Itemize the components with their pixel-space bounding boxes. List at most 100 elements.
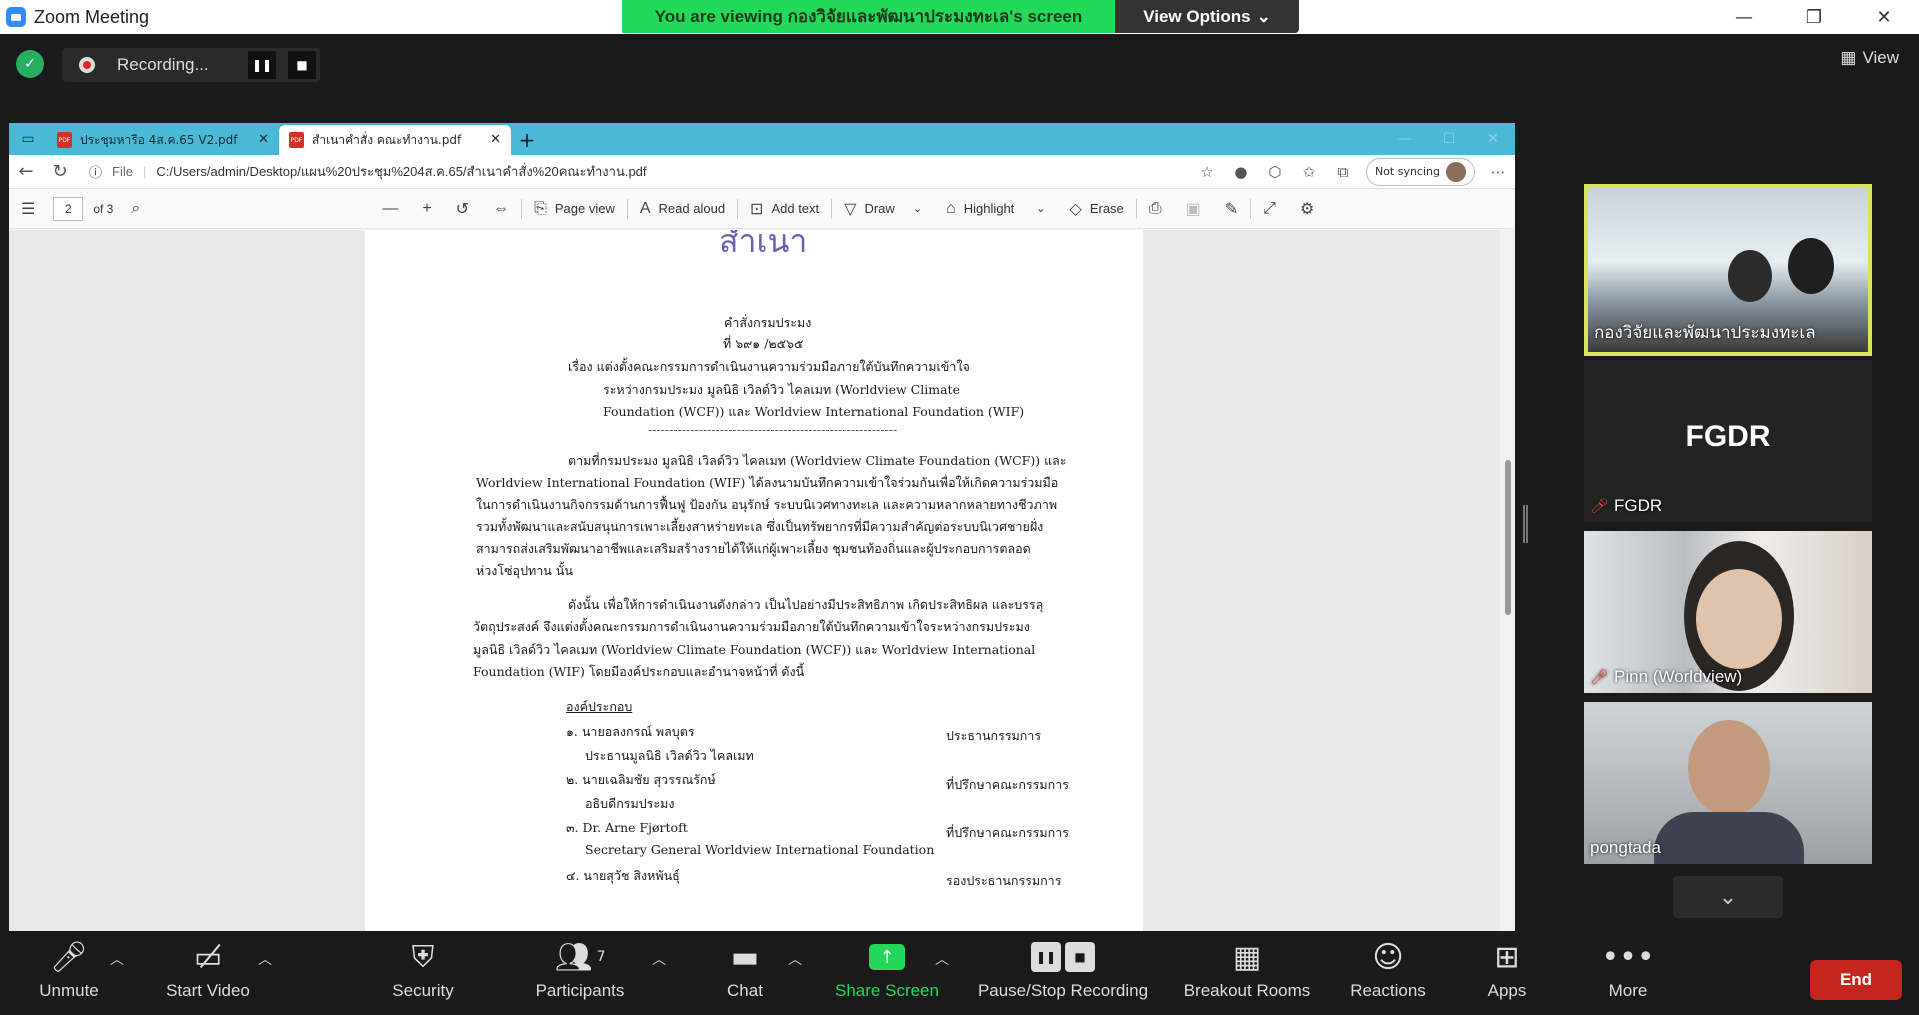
page-view-button[interactable]: ⎘ Page view xyxy=(522,200,627,218)
chevron-down-icon[interactable]: ⌄ xyxy=(1036,202,1045,215)
panel-resize-handle[interactable] xyxy=(1523,505,1528,543)
draw-button[interactable]: ▽ Draw ⌄ xyxy=(832,199,934,219)
chevron-down-icon[interactable]: ⌄ xyxy=(913,202,922,215)
audio-options-caret-icon[interactable]: ︿ xyxy=(110,949,124,969)
participant-shirt xyxy=(1654,812,1804,864)
security-label: Security xyxy=(392,981,454,1000)
erase-label: Erase xyxy=(1089,201,1124,216)
mic-muted-icon: 🎤︎ xyxy=(1590,669,1610,686)
close-tab-icon[interactable]: ✕ xyxy=(258,132,269,147)
save-as-icon[interactable]: ✎ xyxy=(1213,199,1250,219)
new-tab-button[interactable]: + xyxy=(511,125,543,155)
participant-name-label: FGDR xyxy=(1614,496,1663,515)
paragraph-line: ห่วงโซ่อุปทาน นั้น xyxy=(476,563,573,578)
more-icon[interactable]: ⋯ xyxy=(1481,163,1515,181)
browser-tab-strip: ▭ PDF ประชุมหารือ 4ส.ค.65 V2.pdf ✕ PDF ส… xyxy=(9,123,1515,155)
unmute-button[interactable]: 🎤︎ Unmute xyxy=(28,931,110,1015)
viewing-message: You are viewing กองวิจัยและพัฒนาประมงทะเ… xyxy=(622,0,1115,33)
extensions-icon[interactable]: ⬡ xyxy=(1258,163,1292,181)
highlight-button[interactable]: ⌂ Highlight ⌄ xyxy=(934,200,1057,218)
browser-close-button[interactable]: ✕ xyxy=(1471,123,1515,155)
meeting-toolbar: 🎤︎ Unmute ︿ ▭̸ Start Video ︿ ⛨ Security … xyxy=(0,931,1919,1015)
reactions-button[interactable]: ☺ Reactions xyxy=(1348,931,1428,1015)
video-tile-active-speaker[interactable]: กองวิจัยและพัฒนาประมงทะเล xyxy=(1584,184,1872,356)
zoom-out-icon[interactable]: — xyxy=(370,200,410,218)
pause-recording-button[interactable]: ❚❚ xyxy=(248,51,276,79)
extension-icon[interactable]: ● xyxy=(1224,163,1258,181)
erase-button[interactable]: ◇ Erase xyxy=(1058,199,1136,219)
video-tile[interactable]: 🎤︎ Pinn (Worldview) xyxy=(1584,531,1872,693)
paragraph-line: ตามที่กรมประมง มูลนิธิ เวิลด์วิว ไคลเมท … xyxy=(568,453,1067,468)
video-options-caret-icon[interactable]: ︿ xyxy=(258,949,272,969)
chat-button[interactable]: ▬ Chat xyxy=(725,931,765,1015)
more-button[interactable]: ••• More xyxy=(1601,931,1654,1015)
video-tile[interactable]: FGDR 🎤︎ FGDR xyxy=(1584,360,1872,522)
paragraph-line: Worldview International Foundation (WIF)… xyxy=(476,475,1059,490)
info-icon[interactable]: ⓘ xyxy=(89,162,102,181)
add-text-button[interactable]: ⊡ Add text xyxy=(738,199,831,219)
apps-button[interactable]: ⊞ Apps xyxy=(1485,931,1529,1015)
fullscreen-icon[interactable]: ⤢ xyxy=(1251,200,1288,218)
search-icon[interactable]: ⌕ xyxy=(131,200,140,218)
settings-icon[interactable]: ⚙ xyxy=(1288,199,1326,219)
tab-label: ประชุมหารือ 4ส.ค.65 V2.pdf xyxy=(80,132,238,147)
chevron-down-icon: ⌄ xyxy=(1256,6,1271,26)
recording-indicator: Recording... ❚❚ ■ xyxy=(62,48,320,82)
pause-stop-icon: ❚❚ ■ xyxy=(1031,942,1095,972)
video-tile[interactable]: pongtada xyxy=(1584,702,1872,864)
chat-options-caret-icon[interactable]: ︿ xyxy=(788,949,802,969)
breakout-rooms-button[interactable]: ▦ Breakout Rooms xyxy=(1179,931,1315,1015)
rotate-icon[interactable]: ↺ xyxy=(444,199,481,219)
paragraph-line: วัตถุประสงค์ จึงแต่งตั้งคณะกรรมการดำเนิน… xyxy=(473,619,1030,634)
page-number-input[interactable]: 2 xyxy=(53,196,84,221)
paragraph-line: Foundation (WIF) โดยมีองค์ประกอบและอำนาจ… xyxy=(473,664,805,679)
contents-icon[interactable]: ☰ xyxy=(21,199,35,219)
security-button[interactable]: ⛨ Security xyxy=(385,931,461,1015)
mic-muted-icon: 🎤︎ xyxy=(1590,498,1610,515)
share-screen-button[interactable]: ↑ Share Screen xyxy=(832,931,942,1015)
scroll-participants-down-button[interactable]: ⌄ xyxy=(1673,876,1783,918)
url-text[interactable]: C:/Users/admin/Desktop/แผน%20ประชุม%204ส… xyxy=(156,161,646,182)
view-button[interactable]: ▦ View xyxy=(1840,48,1899,68)
end-meeting-button[interactable]: End xyxy=(1810,960,1902,1000)
shield-icon: ⛨ xyxy=(411,939,435,975)
close-tab-icon[interactable]: ✕ xyxy=(490,132,501,147)
print-icon[interactable]: ⎙ xyxy=(1137,200,1174,218)
pause-stop-recording-button[interactable]: ❚❚ ■ Pause/Stop Recording xyxy=(973,931,1153,1015)
participant-name: 🎤︎ Pinn (Worldview) xyxy=(1590,667,1742,687)
participant-person xyxy=(1728,250,1772,302)
browser-minimize-button[interactable]: — xyxy=(1383,123,1427,155)
view-options-button[interactable]: View Options ⌄ xyxy=(1115,0,1299,33)
browser-tab[interactable]: PDF ประชุมหารือ 4ส.ค.65 V2.pdf ✕ xyxy=(47,125,279,155)
read-aloud-button[interactable]: A͏ Read aloud xyxy=(628,200,737,218)
participant-name-label: pongtada xyxy=(1590,838,1661,857)
scrollbar-thumb[interactable] xyxy=(1505,460,1511,615)
maximize-button[interactable]: ❐ xyxy=(1779,0,1849,34)
start-video-button[interactable]: ▭̸ Start Video xyxy=(158,931,258,1015)
favorites-icon[interactable]: ✩ xyxy=(1292,163,1326,181)
share-options-caret-icon[interactable]: ︿ xyxy=(935,949,949,969)
paragraph-line: รวมทั้งพัฒนาและสนับสนุนการเพาะเลี้ยงสาหร… xyxy=(476,519,1044,534)
browser-maximize-button[interactable]: ☐ xyxy=(1427,123,1471,155)
tab-actions-icon[interactable]: ▭ xyxy=(9,123,47,155)
browser-tab-active[interactable]: PDF สำเนาคำสั่ง คณะทำงาน.pdf ✕ xyxy=(279,125,511,155)
collections-icon[interactable]: ⧉ xyxy=(1326,163,1360,181)
minimize-button[interactable]: — xyxy=(1709,0,1779,34)
security-shield-icon[interactable]: ✓ xyxy=(16,50,44,78)
sync-button[interactable]: Not syncing xyxy=(1365,157,1475,186)
fit-page-icon[interactable]: ⇔ xyxy=(481,200,521,218)
favorite-add-icon[interactable]: ☆ xyxy=(1190,163,1224,181)
participant-name-label: Pinn (Worldview) xyxy=(1614,667,1743,686)
participants-button[interactable]: 👥︎ 7 Participants xyxy=(527,931,633,1015)
zoom-in-icon[interactable]: + xyxy=(410,200,443,218)
pdf-scrollbar[interactable] xyxy=(1500,230,1515,931)
close-button[interactable]: ✕ xyxy=(1849,0,1919,34)
reactions-icon: ☺ xyxy=(1372,939,1404,975)
refresh-icon[interactable]: ↻ xyxy=(43,161,77,182)
stop-recording-button[interactable]: ■ xyxy=(288,51,316,79)
participants-options-caret-icon[interactable]: ︿ xyxy=(652,949,666,969)
pdf-viewport[interactable]: สำเนา คำสั่งกรมประมง ที่ ๖๙๑ /๒๕๖๕ เรื่อ… xyxy=(9,230,1500,931)
back-icon[interactable]: ← xyxy=(9,161,43,182)
save-icon[interactable]: ▣ xyxy=(1174,199,1213,219)
highlight-label: Highlight xyxy=(963,201,1015,216)
